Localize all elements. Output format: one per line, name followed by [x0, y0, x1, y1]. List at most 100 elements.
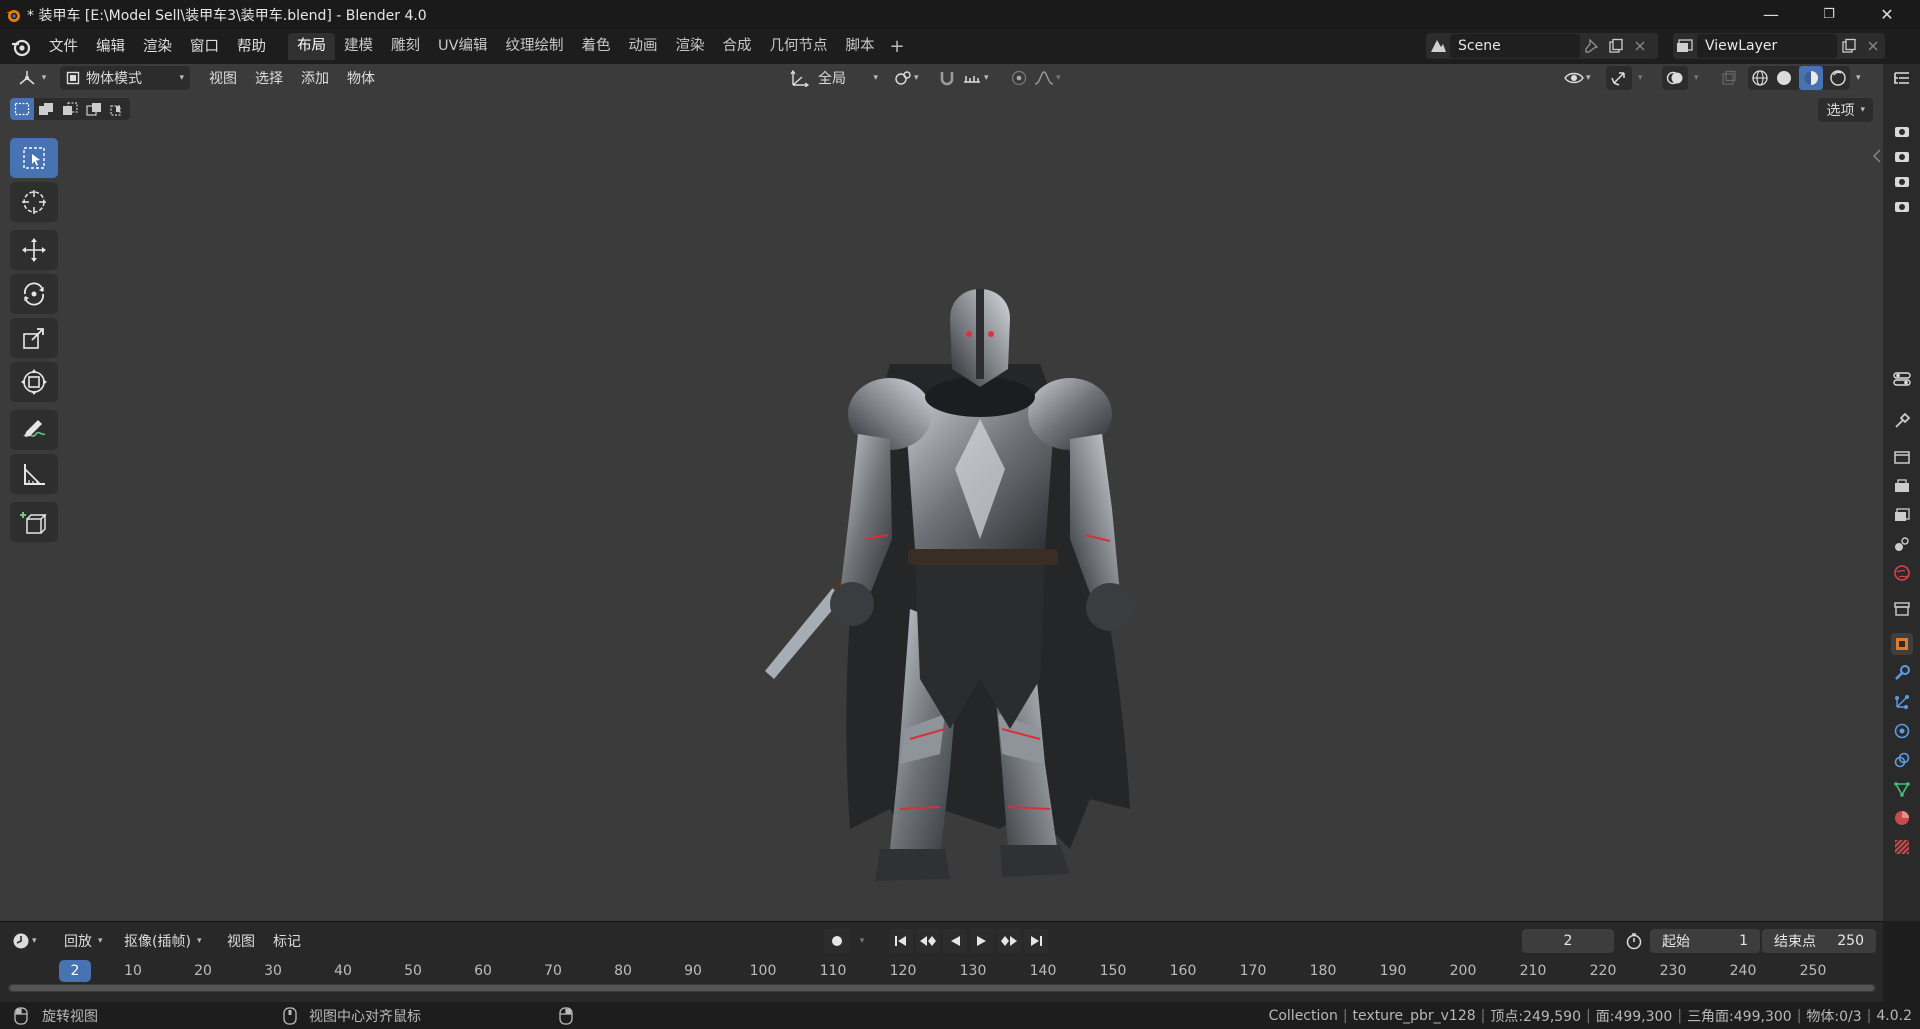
transform-orientation-dropdown[interactable]: 全局 ▾: [786, 66, 882, 90]
preview-range-toggle[interactable]: [1622, 929, 1646, 953]
tab-compositing[interactable]: 合成: [714, 33, 761, 60]
camera-icon[interactable]: [1891, 170, 1913, 192]
add-workspace-button[interactable]: +: [884, 33, 911, 60]
editor-type-button[interactable]: ▾: [12, 66, 52, 90]
keying-dropdown[interactable]: 抠像(插帧) ▾: [124, 929, 214, 953]
menu-render[interactable]: 渲染: [134, 33, 181, 61]
camera-icon[interactable]: [1891, 145, 1913, 167]
menu-help[interactable]: 帮助: [228, 33, 275, 61]
select-invert-icon[interactable]: [82, 98, 106, 120]
tab-modeling[interactable]: 建模: [335, 33, 382, 60]
playhead-frame-indicator[interactable]: 2: [59, 960, 91, 982]
knight-model[interactable]: [740, 209, 1200, 921]
object-properties-icon[interactable]: [1891, 633, 1913, 655]
snap-target-dropdown[interactable]: ▾: [962, 66, 1002, 90]
camera-icon[interactable]: [1891, 195, 1913, 217]
menu-file[interactable]: 文件: [40, 33, 87, 61]
scene-name-field[interactable]: Scene: [1450, 34, 1580, 58]
current-frame-field[interactable]: 2: [1522, 929, 1614, 953]
pivot-point-dropdown[interactable]: ▾: [894, 66, 926, 90]
menu-window[interactable]: 窗口: [181, 33, 228, 61]
view-layer-name-field[interactable]: ViewLayer: [1697, 34, 1837, 58]
tab-sculpting[interactable]: 雕刻: [382, 33, 429, 60]
maximize-button[interactable]: ❐: [1800, 0, 1858, 29]
3d-viewport[interactable]: ▾ 物体模式 ▾ 视图 选择 添加 物体 全局 ▾ ▾ ▾ ▾ ▾ ▾ ▾ ▾ …: [0, 64, 1883, 921]
tab-texture-paint[interactable]: 纹理绘制: [497, 33, 573, 60]
select-extend-icon[interactable]: [34, 98, 58, 120]
jump-start-button[interactable]: [889, 929, 913, 953]
cursor-tool[interactable]: [10, 182, 58, 222]
tab-scripting[interactable]: 脚本: [837, 33, 884, 60]
prev-keyframe-button[interactable]: [916, 929, 940, 953]
transform-tool[interactable]: [10, 362, 58, 402]
object-mode-dropdown[interactable]: 物体模式 ▾: [60, 66, 190, 90]
select-subtract-icon[interactable]: [58, 98, 82, 120]
new-scene-icon[interactable]: [1604, 34, 1628, 58]
new-view-layer-icon[interactable]: [1837, 34, 1861, 58]
particles-properties-icon[interactable]: [1891, 691, 1913, 713]
tab-uv-editing[interactable]: UV编辑: [429, 33, 497, 60]
proportional-falloff-dropdown[interactable]: ▾: [1034, 66, 1070, 90]
add-cube-tool[interactable]: [10, 502, 58, 542]
sidebar-collapse-icon[interactable]: [1871, 148, 1883, 164]
output-properties-icon[interactable]: [1891, 475, 1913, 497]
playback-dropdown[interactable]: 回放 ▾: [64, 929, 116, 953]
proportional-editing-toggle[interactable]: [1006, 66, 1032, 90]
viewport-menu-select[interactable]: 选择: [246, 68, 292, 88]
auto-keying-button[interactable]: [824, 929, 850, 953]
timeline-editor-type-button[interactable]: ▾: [12, 929, 50, 953]
timeline-menu-view[interactable]: 视图: [218, 931, 264, 951]
shading-dropdown[interactable]: ▾: [1852, 66, 1870, 90]
timeline-menu-marker[interactable]: 标记: [264, 931, 310, 951]
minimize-button[interactable]: —: [1742, 0, 1800, 29]
next-keyframe-button[interactable]: [997, 929, 1021, 953]
annotate-tool[interactable]: [10, 410, 58, 450]
tab-animation[interactable]: 动画: [620, 33, 667, 60]
delete-view-layer-icon[interactable]: [1861, 34, 1885, 58]
material-preview-button[interactable]: [1799, 66, 1823, 90]
viewport-menu-object[interactable]: 物体: [338, 68, 384, 88]
viewport-menu-view[interactable]: 视图: [200, 68, 246, 88]
blender-menu-icon[interactable]: [10, 36, 32, 58]
auto-keying-dropdown[interactable]: ▾: [853, 929, 871, 953]
tab-rendering[interactable]: 渲染: [667, 33, 714, 60]
scene-properties-icon[interactable]: [1891, 533, 1913, 555]
tab-layout[interactable]: 布局: [288, 33, 335, 60]
menu-edit[interactable]: 编辑: [87, 33, 134, 61]
play-reverse-button[interactable]: [943, 929, 967, 953]
texture-properties-icon[interactable]: [1891, 836, 1913, 858]
tool-properties-icon[interactable]: [1891, 410, 1913, 432]
close-button[interactable]: ✕: [1858, 0, 1916, 29]
solid-shading-icon[interactable]: [1775, 69, 1793, 87]
collection-properties-icon[interactable]: [1891, 598, 1913, 620]
material-properties-icon[interactable]: [1891, 807, 1913, 829]
render-properties-icon[interactable]: [1891, 446, 1913, 468]
data-properties-icon[interactable]: [1891, 778, 1913, 800]
overlay-toggle[interactable]: [1662, 66, 1688, 90]
camera-icon[interactable]: [1891, 120, 1913, 142]
constraints-properties-icon[interactable]: [1891, 749, 1913, 771]
scene-icon[interactable]: [1426, 34, 1450, 58]
gizmo-dropdown[interactable]: ▾: [1634, 66, 1652, 90]
play-button[interactable]: [970, 929, 994, 953]
timeline-scrollbar[interactable]: [8, 984, 1876, 992]
select-new-icon[interactable]: [10, 98, 34, 120]
wireframe-shading-icon[interactable]: [1751, 69, 1769, 87]
move-tool[interactable]: [10, 230, 58, 270]
tab-shading[interactable]: 着色: [573, 33, 620, 60]
select-intersect-icon[interactable]: [106, 98, 130, 120]
select-box-tool[interactable]: [10, 138, 58, 178]
snap-toggle[interactable]: [934, 66, 960, 90]
frame-ruler[interactable]: 10 20 30 40 50 60 70 80 90 100 110 120 1…: [0, 960, 1883, 982]
rotate-tool[interactable]: [10, 274, 58, 314]
world-properties-icon[interactable]: [1891, 562, 1913, 584]
end-frame-field[interactable]: 结束点 250: [1762, 929, 1876, 953]
outliner-editor-icon[interactable]: [1891, 68, 1913, 90]
viewport-menu-add[interactable]: 添加: [292, 68, 338, 88]
view-layer-icon[interactable]: [1673, 34, 1697, 58]
rendered-shading-icon[interactable]: [1829, 69, 1847, 87]
modifier-properties-icon[interactable]: [1891, 662, 1913, 684]
options-dropdown[interactable]: 选项 ▾: [1818, 98, 1873, 122]
properties-editor-icon[interactable]: [1891, 368, 1913, 390]
tab-geometry-nodes[interactable]: 几何节点: [761, 33, 837, 60]
